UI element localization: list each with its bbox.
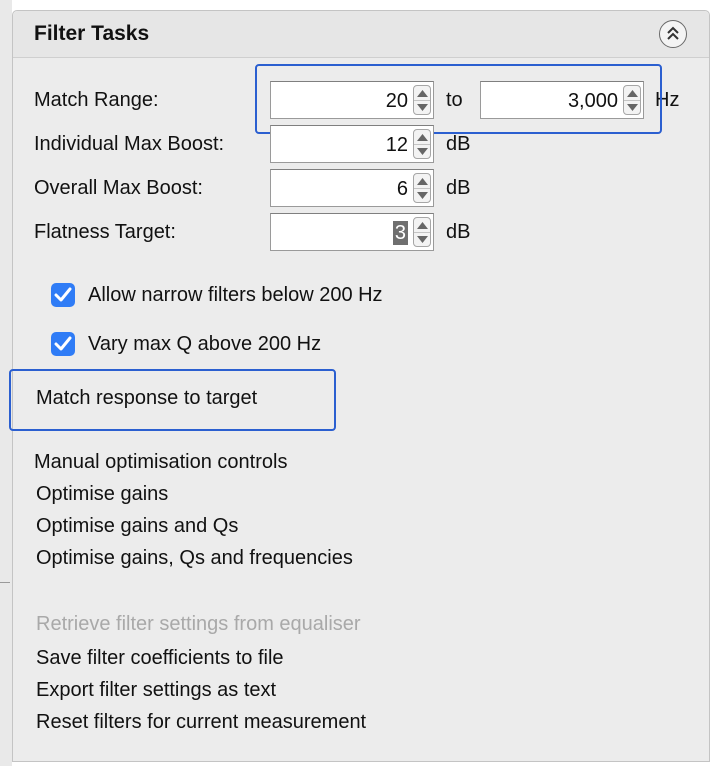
checkmark-icon [54, 336, 72, 351]
stepper-down-button[interactable] [414, 144, 430, 158]
stepper-down-button[interactable] [414, 232, 430, 246]
allow-narrow-label[interactable]: Allow narrow filters below 200 Hz [88, 284, 383, 307]
double-chevron-up-icon [667, 26, 679, 40]
flatness-target-unit: dB [446, 221, 471, 243]
allow-narrow-checkbox[interactable] [51, 283, 75, 307]
triangle-down-icon [417, 236, 428, 243]
individual-max-boost-field[interactable]: 12 [270, 125, 434, 163]
match-range-label: Match Range: [34, 89, 159, 111]
checkmark-icon [54, 287, 72, 302]
export-settings-link[interactable]: Export filter settings as text [36, 679, 276, 702]
vary-max-q-checkbox[interactable] [51, 332, 75, 356]
flatness-target-value: 3 [392, 221, 408, 245]
individual-max-boost-label: Individual Max Boost: [34, 133, 225, 155]
divider [0, 582, 10, 583]
overall-max-boost-stepper[interactable] [413, 173, 431, 203]
triangle-up-icon [417, 134, 428, 141]
triangle-up-icon [417, 178, 428, 185]
individual-max-boost-stepper[interactable] [413, 129, 431, 159]
panel-header: Filter Tasks [13, 11, 709, 58]
retrieve-settings-link: Retrieve filter settings from equaliser [36, 613, 361, 635]
panel-title: Filter Tasks [34, 22, 150, 45]
save-coefficients-link[interactable]: Save filter coefficients to file [36, 647, 284, 670]
flatness-target-label: Flatness Target: [34, 221, 176, 243]
flatness-target-stepper[interactable] [413, 217, 431, 247]
stepper-up-button[interactable] [414, 130, 430, 145]
manual-optimisation-link[interactable]: Manual optimisation controls [34, 451, 287, 474]
overall-max-boost-label: Overall Max Boost: [34, 177, 203, 199]
overall-max-boost-value: 6 [396, 178, 408, 200]
flatness-target-field[interactable]: 3 [270, 213, 434, 251]
stepper-down-button[interactable] [414, 188, 430, 202]
triangle-down-icon [417, 192, 428, 199]
individual-max-boost-unit: dB [446, 133, 471, 155]
optimise-gains-qs-freqs-link[interactable]: Optimise gains, Qs and frequencies [36, 547, 353, 570]
reset-filters-link[interactable]: Reset filters for current measurement [36, 711, 366, 734]
optimise-gains-link[interactable]: Optimise gains [36, 483, 168, 506]
highlight-match-response [9, 369, 336, 431]
optimise-gains-qs-link[interactable]: Optimise gains and Qs [36, 515, 238, 538]
highlight-match-range [255, 64, 662, 134]
stepper-up-button[interactable] [414, 218, 430, 233]
triangle-down-icon [417, 148, 428, 155]
overall-max-boost-unit: dB [446, 177, 471, 199]
overall-max-boost-field[interactable]: 6 [270, 169, 434, 207]
triangle-up-icon [417, 222, 428, 229]
individual-max-boost-value: 12 [385, 134, 408, 156]
stepper-up-button[interactable] [414, 174, 430, 189]
vary-max-q-label[interactable]: Vary max Q above 200 Hz [88, 333, 321, 356]
collapse-button[interactable] [659, 20, 687, 48]
